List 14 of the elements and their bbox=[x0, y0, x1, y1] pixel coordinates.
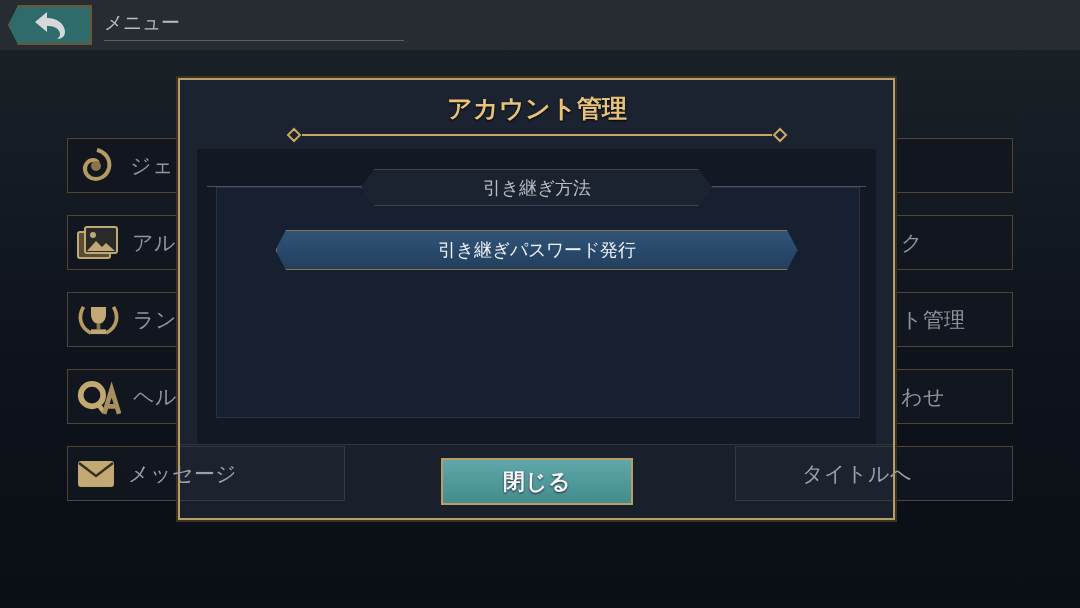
page-title: メニュー bbox=[104, 9, 181, 35]
menu-button[interactable]: ラン bbox=[67, 292, 178, 347]
picture-icon bbox=[76, 223, 120, 262]
menu-button[interactable]: ヘル bbox=[67, 369, 178, 424]
option-button[interactable]: 引き継ぎパスワード発行 bbox=[275, 230, 798, 270]
menu-button[interactable]: ジェ bbox=[67, 138, 178, 193]
back-arrow-icon bbox=[33, 10, 67, 40]
menu-button[interactable]: ト管理 bbox=[895, 292, 1013, 347]
back-button[interactable] bbox=[8, 5, 92, 45]
menu-button[interactable]: アル bbox=[67, 215, 178, 270]
menu-button[interactable]: ク bbox=[895, 215, 1013, 270]
dialog-title: アカウント管理 bbox=[446, 93, 627, 125]
section-header: 引き継ぎ方法 bbox=[360, 169, 713, 206]
menu-button[interactable]: わせ bbox=[895, 369, 1013, 424]
